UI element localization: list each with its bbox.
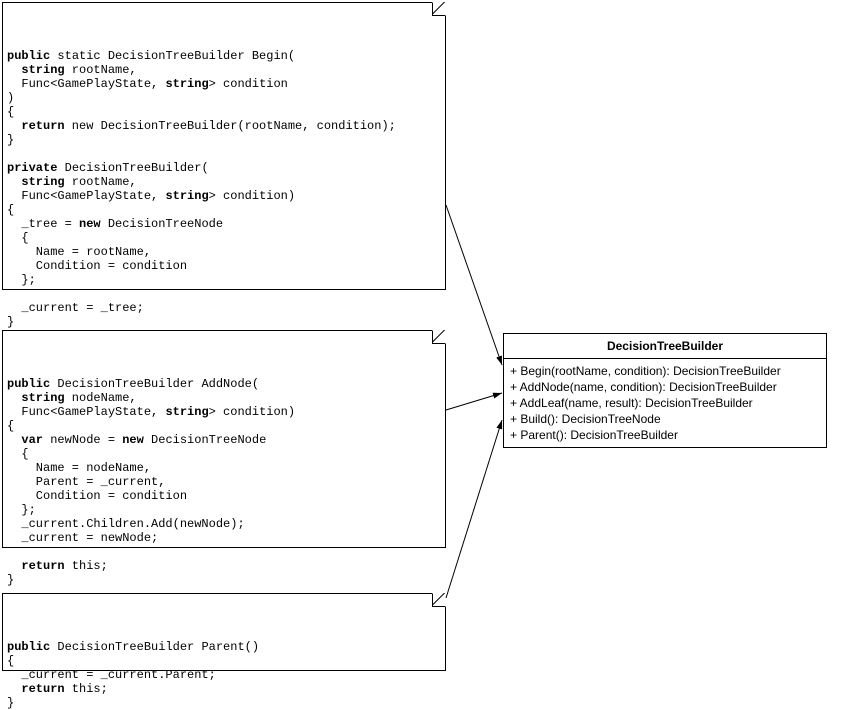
uml-class-decisiontreebuilder: DecisionTreeBuilder + Begin(rootName, co… bbox=[503, 333, 827, 448]
kw: string bbox=[7, 391, 65, 405]
connector-begin bbox=[446, 205, 502, 365]
code-text: > condition) bbox=[209, 189, 295, 203]
connector-parent bbox=[446, 420, 502, 598]
code-text: static DecisionTreeBuilder Begin( bbox=[50, 49, 295, 63]
code-text: _current = _tree; bbox=[7, 301, 144, 315]
code-text: _current = newNode; bbox=[7, 531, 158, 545]
code-text: } bbox=[7, 573, 14, 587]
kw: string bbox=[165, 77, 208, 91]
uml-class-title: DecisionTreeBuilder bbox=[504, 334, 826, 359]
uml-method: + Parent(): DecisionTreeBuilder bbox=[510, 427, 820, 443]
kw: return bbox=[7, 119, 65, 133]
code-note-parent: public DecisionTreeBuilder Parent() { _c… bbox=[2, 593, 446, 671]
code-note-addnode: public DecisionTreeBuilder AddNode( stri… bbox=[2, 330, 446, 548]
code-note-begin: public static DecisionTreeBuilder Begin(… bbox=[2, 2, 446, 290]
note-fold-diag-icon bbox=[432, 593, 446, 607]
code-text: }; bbox=[7, 273, 36, 287]
code-text: this; bbox=[65, 559, 108, 573]
code-text: Name = rootName, bbox=[7, 245, 151, 259]
code-text: nodeName, bbox=[65, 391, 137, 405]
code-text: rootName, bbox=[65, 63, 137, 77]
kw: string bbox=[165, 405, 208, 419]
code-text: DecisionTreeBuilder( bbox=[57, 161, 208, 175]
uml-method: + Build(): DecisionTreeNode bbox=[510, 411, 820, 427]
kw: return bbox=[7, 559, 65, 573]
code-text: { bbox=[7, 447, 29, 461]
code-text: { bbox=[7, 419, 14, 433]
code-text: Func<GamePlayState, bbox=[7, 189, 165, 203]
code-text: Condition = condition bbox=[7, 489, 187, 503]
kw: string bbox=[7, 63, 65, 77]
code-text: { bbox=[7, 105, 14, 119]
uml-method: + Begin(rootName, condition): DecisionTr… bbox=[510, 363, 820, 379]
kw: var bbox=[7, 433, 43, 447]
code-text: Name = nodeName, bbox=[7, 461, 151, 475]
code-text: DecisionTreeNode bbox=[101, 217, 223, 231]
code-text: { bbox=[7, 654, 14, 668]
code-text: DecisionTreeBuilder Parent() bbox=[50, 640, 259, 654]
kw: string bbox=[165, 189, 208, 203]
code-text: DecisionTreeNode bbox=[144, 433, 266, 447]
kw: string bbox=[7, 175, 65, 189]
code-text: } bbox=[7, 315, 14, 329]
uml-method: + AddNode(name, condition): DecisionTree… bbox=[510, 379, 820, 395]
code-text: newNode = bbox=[43, 433, 122, 447]
kw: new bbox=[79, 217, 101, 231]
kw: private bbox=[7, 161, 57, 175]
code-text: DecisionTreeBuilder AddNode( bbox=[50, 377, 259, 391]
code-text: Func<GamePlayState, bbox=[7, 405, 165, 419]
code-text: rootName, bbox=[65, 175, 137, 189]
uml-method: + AddLeaf(name, result): DecisionTreeBui… bbox=[510, 395, 820, 411]
code-text: ) bbox=[7, 91, 14, 105]
code-text: _current.Children.Add(newNode); bbox=[7, 517, 245, 531]
connector-addnode bbox=[446, 393, 502, 410]
note-fold-diag-icon bbox=[432, 2, 446, 16]
uml-class-body: + Begin(rootName, condition): DecisionTr… bbox=[504, 359, 826, 447]
code-text: Func<GamePlayState, bbox=[7, 77, 165, 91]
kw: return bbox=[7, 682, 65, 696]
code-text: > condition bbox=[209, 77, 288, 91]
code-text: { bbox=[7, 231, 29, 245]
code-text: Parent = _current, bbox=[7, 475, 165, 489]
code-text: Condition = condition bbox=[7, 259, 187, 273]
kw: public bbox=[7, 49, 50, 63]
code-text: }; bbox=[7, 503, 36, 517]
code-text: _tree = bbox=[7, 217, 79, 231]
code-text: } bbox=[7, 133, 14, 147]
code-text: } bbox=[7, 696, 14, 710]
kw: public bbox=[7, 377, 50, 391]
note-fold-diag-icon bbox=[432, 330, 446, 344]
code-text: this; bbox=[65, 682, 108, 696]
code-text: > condition) bbox=[209, 405, 295, 419]
code-text: new DecisionTreeBuilder(rootName, condit… bbox=[65, 119, 396, 133]
kw: public bbox=[7, 640, 50, 654]
kw: new bbox=[122, 433, 144, 447]
code-text: { bbox=[7, 203, 14, 217]
